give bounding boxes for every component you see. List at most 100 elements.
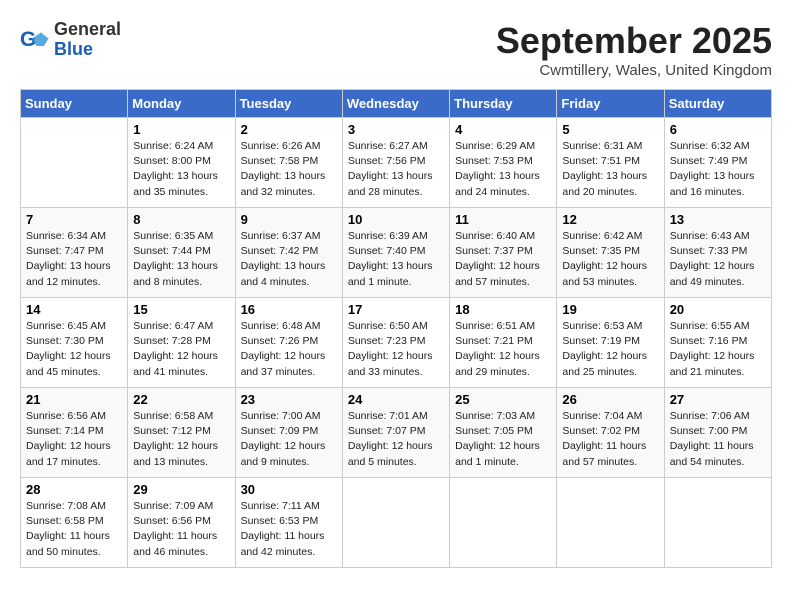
day-info: Sunrise: 6:32 AMSunset: 7:49 PMDaylight:… — [670, 139, 766, 200]
day-number: 15 — [133, 302, 229, 317]
calendar-cell: 28Sunrise: 7:08 AMSunset: 6:58 PMDayligh… — [21, 478, 128, 568]
calendar-week-row: 1Sunrise: 6:24 AMSunset: 8:00 PMDaylight… — [21, 118, 772, 208]
day-number: 16 — [241, 302, 337, 317]
day-number: 5 — [562, 122, 658, 137]
day-number: 21 — [26, 392, 122, 407]
day-info: Sunrise: 6:26 AMSunset: 7:58 PMDaylight:… — [241, 139, 337, 200]
calendar-cell — [21, 118, 128, 208]
day-info: Sunrise: 6:37 AMSunset: 7:42 PMDaylight:… — [241, 229, 337, 290]
calendar-week-row: 21 Sunrise: 6:56 AMSunset: 7:14 PMDayligh… — [21, 388, 772, 478]
day-info: Sunrise: 6:53 AMSunset: 7:19 PMDaylight:… — [562, 319, 658, 380]
day-number: 27 — [670, 392, 766, 407]
day-number: 30 — [241, 482, 337, 497]
calendar-cell: 23Sunrise: 7:00 AMSunset: 7:09 PMDayligh… — [235, 388, 342, 478]
day-number: 14 — [26, 302, 122, 317]
day-number: 24 — [348, 392, 444, 407]
day-info: Sunrise: 6:51 AMSunset: 7:21 PMDaylight:… — [455, 319, 551, 380]
day-info: Sunrise: 7:00 AMSunset: 7:09 PMDaylight:… — [241, 409, 337, 470]
weekday-header-saturday: Saturday — [664, 90, 771, 118]
day-info: Sunrise: 7:08 AMSunset: 6:58 PMDaylight:… — [26, 499, 122, 560]
calendar-cell: 18 Sunrise: 6:51 AMSunset: 7:21 PMDayligh… — [450, 298, 557, 388]
day-number: 18 — [455, 302, 551, 317]
day-info: Sunrise: 7:03 AMSunset: 7:05 PMDaylight:… — [455, 409, 551, 470]
calendar-cell: 19 Sunrise: 6:53 AMSunset: 7:19 PMDayligh… — [557, 298, 664, 388]
calendar-cell: 26 Sunrise: 7:04 AMSunset: 7:02 PMDayligh… — [557, 388, 664, 478]
day-info: Sunrise: 6:45 AMSunset: 7:30 PMDaylight:… — [26, 319, 122, 380]
weekday-header-row: SundayMondayTuesdayWednesdayThursdayFrid… — [21, 90, 772, 118]
day-info: Sunrise: 6:55 AMSunset: 7:16 PMDaylight:… — [670, 319, 766, 380]
calendar-cell: 22 Sunrise: 6:58 AMSunset: 7:12 PMDayligh… — [128, 388, 235, 478]
calendar-cell — [664, 478, 771, 568]
day-info: Sunrise: 7:01 AMSunset: 7:07 PMDaylight:… — [348, 409, 444, 470]
day-number: 29 — [133, 482, 229, 497]
day-number: 1 — [133, 122, 229, 137]
day-info: Sunrise: 7:06 AMSunset: 7:00 PMDaylight:… — [670, 409, 766, 470]
day-number: 13 — [670, 212, 766, 227]
calendar-cell: 8 Sunrise: 6:35 AMSunset: 7:44 PMDaylight… — [128, 208, 235, 298]
logo: G General Blue — [20, 20, 121, 60]
calendar-cell: 4 Sunrise: 6:29 AMSunset: 7:53 PMDaylight… — [450, 118, 557, 208]
calendar-cell: 21 Sunrise: 6:56 AMSunset: 7:14 PMDayligh… — [21, 388, 128, 478]
day-info: Sunrise: 6:39 AMSunset: 7:40 PMDaylight:… — [348, 229, 444, 290]
location: Cwmtillery, Wales, United Kingdom — [496, 62, 772, 79]
calendar-cell: 25 Sunrise: 7:03 AMSunset: 7:05 PMDayligh… — [450, 388, 557, 478]
calendar-cell: 6 Sunrise: 6:32 AMSunset: 7:49 PMDaylight… — [664, 118, 771, 208]
logo-line2: Blue — [54, 40, 121, 60]
calendar-table: SundayMondayTuesdayWednesdayThursdayFrid… — [20, 89, 772, 568]
calendar-cell — [342, 478, 449, 568]
weekday-header-friday: Friday — [557, 90, 664, 118]
day-number: 8 — [133, 212, 229, 227]
day-info: Sunrise: 7:04 AMSunset: 7:02 PMDaylight:… — [562, 409, 658, 470]
day-number: 9 — [241, 212, 337, 227]
month-title: September 2025 — [496, 20, 772, 62]
calendar-cell: 2 Sunrise: 6:26 AMSunset: 7:58 PMDaylight… — [235, 118, 342, 208]
day-info: Sunrise: 6:29 AMSunset: 7:53 PMDaylight:… — [455, 139, 551, 200]
calendar-cell: 24 Sunrise: 7:01 AMSunset: 7:07 PMDayligh… — [342, 388, 449, 478]
day-info: Sunrise: 7:09 AMSunset: 6:56 PMDaylight:… — [133, 499, 229, 560]
day-info: Sunrise: 6:50 AMSunset: 7:23 PMDaylight:… — [348, 319, 444, 380]
calendar-week-row: 7 Sunrise: 6:34 AMSunset: 7:47 PMDaylight… — [21, 208, 772, 298]
calendar-cell — [450, 478, 557, 568]
calendar-cell: 3Sunrise: 6:27 AMSunset: 7:56 PMDaylight… — [342, 118, 449, 208]
calendar-cell: 29 Sunrise: 7:09 AMSunset: 6:56 PMDayligh… — [128, 478, 235, 568]
day-number: 22 — [133, 392, 229, 407]
day-info: Sunrise: 6:56 AMSunset: 7:14 PMDaylight:… — [26, 409, 122, 470]
day-info: Sunrise: 6:43 AMSunset: 7:33 PMDaylight:… — [670, 229, 766, 290]
day-info: Sunrise: 6:31 AMSunset: 7:51 PMDaylight:… — [562, 139, 658, 200]
day-number: 20 — [670, 302, 766, 317]
calendar-cell: 17Sunrise: 6:50 AMSunset: 7:23 PMDayligh… — [342, 298, 449, 388]
calendar-cell: 5 Sunrise: 6:31 AMSunset: 7:51 PMDaylight… — [557, 118, 664, 208]
day-number: 4 — [455, 122, 551, 137]
calendar-cell: 16Sunrise: 6:48 AMSunset: 7:26 PMDayligh… — [235, 298, 342, 388]
calendar-cell: 15Sunrise: 6:47 AMSunset: 7:28 PMDayligh… — [128, 298, 235, 388]
calendar-cell: 30Sunrise: 7:11 AMSunset: 6:53 PMDayligh… — [235, 478, 342, 568]
weekday-header-thursday: Thursday — [450, 90, 557, 118]
day-number: 19 — [562, 302, 658, 317]
page-header: G General Blue September 2025 Cwmtillery… — [20, 20, 772, 79]
weekday-header-monday: Monday — [128, 90, 235, 118]
day-number: 7 — [26, 212, 122, 227]
logo-line1: General — [54, 20, 121, 40]
day-info: Sunrise: 6:35 AMSunset: 7:44 PMDaylight:… — [133, 229, 229, 290]
calendar-cell: 14 Sunrise: 6:45 AMSunset: 7:30 PMDayligh… — [21, 298, 128, 388]
day-number: 26 — [562, 392, 658, 407]
calendar-week-row: 28Sunrise: 7:08 AMSunset: 6:58 PMDayligh… — [21, 478, 772, 568]
calendar-cell: 27 Sunrise: 7:06 AMSunset: 7:00 PMDayligh… — [664, 388, 771, 478]
calendar-cell: 12Sunrise: 6:42 AMSunset: 7:35 PMDayligh… — [557, 208, 664, 298]
logo-icon: G — [20, 25, 50, 55]
calendar-cell: 20 Sunrise: 6:55 AMSunset: 7:16 PMDayligh… — [664, 298, 771, 388]
day-number: 11 — [455, 212, 551, 227]
day-number: 25 — [455, 392, 551, 407]
weekday-header-sunday: Sunday — [21, 90, 128, 118]
day-info: Sunrise: 6:34 AMSunset: 7:47 PMDaylight:… — [26, 229, 122, 290]
calendar-week-row: 14 Sunrise: 6:45 AMSunset: 7:30 PMDayligh… — [21, 298, 772, 388]
day-info: Sunrise: 6:40 AMSunset: 7:37 PMDaylight:… — [455, 229, 551, 290]
calendar-cell: 1Sunrise: 6:24 AMSunset: 8:00 PMDaylight… — [128, 118, 235, 208]
calendar-cell: 7 Sunrise: 6:34 AMSunset: 7:47 PMDaylight… — [21, 208, 128, 298]
day-number: 12 — [562, 212, 658, 227]
weekday-header-tuesday: Tuesday — [235, 90, 342, 118]
day-info: Sunrise: 6:27 AMSunset: 7:56 PMDaylight:… — [348, 139, 444, 200]
day-number: 6 — [670, 122, 766, 137]
day-info: Sunrise: 6:58 AMSunset: 7:12 PMDaylight:… — [133, 409, 229, 470]
day-number: 2 — [241, 122, 337, 137]
